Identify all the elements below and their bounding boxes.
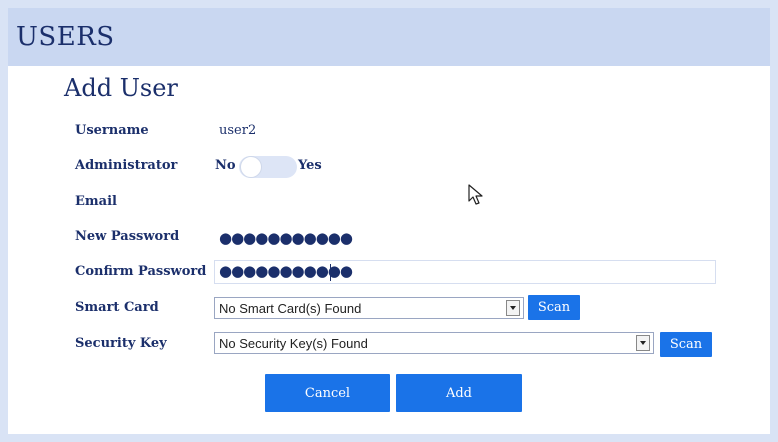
add-user-panel: Add User Username user2 Administrator No… — [8, 66, 770, 434]
chevron-down-icon[interactable] — [636, 335, 650, 351]
chevron-down-icon[interactable] — [506, 300, 520, 316]
new-password-label: New Password — [75, 229, 180, 244]
confirm-password-field[interactable]: ●●●●●●●●●●● — [214, 260, 716, 284]
smart-card-label: Smart Card — [75, 300, 159, 315]
page-title: Add User — [64, 74, 178, 102]
new-password-field[interactable]: ●●●●●●●●●●● — [219, 229, 353, 247]
header-title: USERS — [16, 22, 115, 52]
confirm-password-value: ●●●●●●●●●●● — [219, 262, 353, 280]
administrator-label: Administrator — [75, 158, 178, 173]
username-value: user2 — [219, 123, 257, 138]
security-key-select[interactable]: No Security Key(s) Found — [214, 332, 654, 354]
toggle-on-label: Yes — [298, 158, 322, 173]
text-caret — [330, 264, 331, 281]
security-key-selected: No Security Key(s) Found — [219, 336, 368, 351]
smart-card-scan-button[interactable]: Scan — [528, 295, 580, 320]
confirm-password-label: Confirm Password — [75, 264, 207, 279]
cancel-button[interactable]: Cancel — [265, 374, 390, 412]
add-button[interactable]: Add — [396, 374, 522, 412]
smart-card-selected: No Smart Card(s) Found — [219, 301, 362, 316]
security-key-label: Security Key — [75, 336, 167, 351]
toggle-knob[interactable] — [240, 156, 262, 178]
smart-card-select[interactable]: No Smart Card(s) Found — [214, 297, 524, 319]
username-label: Username — [75, 123, 149, 138]
header-bar: USERS — [8, 8, 770, 66]
email-label: Email — [75, 194, 117, 209]
mouse-pointer-icon — [468, 184, 483, 205]
toggle-off-label: No — [215, 158, 236, 173]
security-key-scan-button[interactable]: Scan — [660, 332, 712, 357]
toggle-track[interactable] — [239, 156, 297, 178]
